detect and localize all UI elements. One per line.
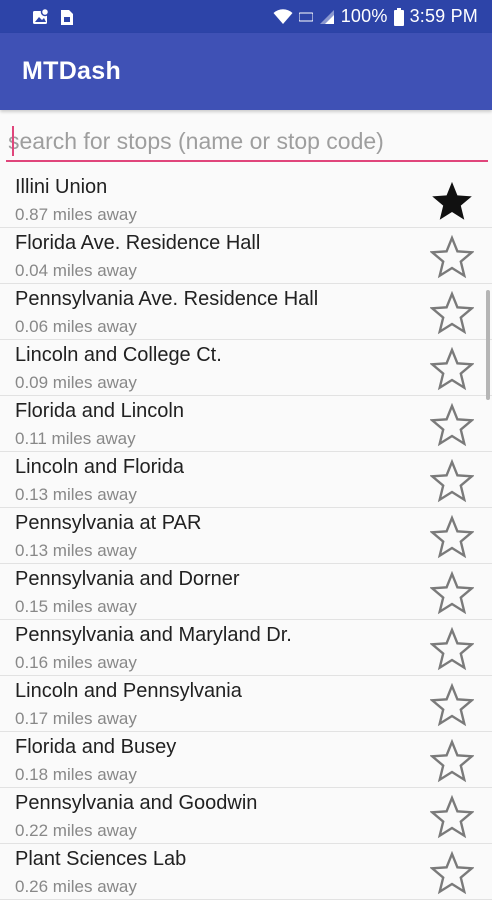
stop-distance: 0.16 miles away [15, 653, 137, 672]
star-outline-icon[interactable] [429, 346, 475, 392]
stop-row[interactable]: Lincoln and Pennsylvania 0.17 miles away [0, 676, 492, 732]
text-cursor [12, 126, 14, 156]
stop-distance: 0.13 miles away [15, 541, 137, 560]
stop-distance: 0.11 miles away [15, 429, 136, 448]
stop-name: Lincoln and Pennsylvania [15, 680, 242, 702]
app-bar: MTDash [0, 33, 492, 110]
stop-name: Pennsylvania and Dorner [15, 568, 240, 590]
stop-row[interactable]: Pennsylvania Ave. Residence Hall 0.06 mil… [0, 284, 492, 340]
star-outline-icon[interactable] [429, 234, 475, 280]
status-bar-left [32, 7, 74, 26]
star-outline-icon[interactable] [429, 626, 475, 672]
signal-icon [319, 9, 335, 25]
star-outline-icon[interactable] [429, 850, 475, 896]
stop-distance: 0.26 miles away [15, 877, 137, 896]
stop-name: Florida and Lincoln [15, 400, 184, 422]
search-field-container [6, 122, 488, 162]
search-input[interactable] [6, 122, 488, 160]
stop-row[interactable]: Pennsylvania and Dorner 0.15 miles away [0, 564, 492, 620]
stop-name: Lincoln and Florida [15, 456, 184, 478]
battery-icon [393, 7, 404, 26]
stop-name: Florida Ave. Residence Hall [15, 232, 261, 254]
stop-name: Pennsylvania and Maryland Dr. [15, 624, 292, 646]
battery-percent: 100% [340, 6, 388, 26]
stop-row[interactable]: Florida and Lincoln 0.11 miles away [0, 396, 492, 452]
stop-distance: 0.15 miles away [15, 597, 137, 616]
stop-name: Pennsylvania at PAR [15, 512, 202, 534]
stop-name: Pennsylvania Ave. Residence Hall [15, 288, 319, 310]
clock: 3:59 PM [409, 6, 478, 26]
star-outline-icon[interactable] [429, 402, 475, 448]
wifi-icon [273, 8, 293, 25]
star-outline-icon[interactable] [429, 682, 475, 728]
status-bar-right: 100% 3:59 PM [273, 6, 478, 27]
stop-name: Plant Sciences Lab [15, 848, 187, 870]
stop-distance: 0.22 miles away [15, 821, 137, 840]
star-outline-icon[interactable] [429, 290, 475, 336]
stop-row[interactable]: Lincoln and Florida 0.13 miles away [0, 452, 492, 508]
stop-row[interactable]: Plant Sciences Lab 0.26 miles away [0, 844, 492, 900]
scrollbar[interactable] [486, 290, 490, 400]
star-outline-icon[interactable] [429, 570, 475, 616]
stop-distance: 0.09 miles away [15, 373, 137, 392]
stop-distance: 0.13 miles away [15, 485, 137, 504]
stop-list: Illini Union 0.87 miles away Florida Ave. … [0, 172, 492, 900]
stop-row[interactable]: Florida Ave. Residence Hall 0.04 miles aw… [0, 228, 492, 284]
stop-row[interactable]: Pennsylvania and Goodwin 0.22 miles away [0, 788, 492, 844]
stop-distance: 0.18 miles away [15, 765, 137, 784]
status-bar: 100% 3:59 PM [0, 0, 492, 33]
stop-distance: 0.17 miles away [15, 709, 137, 728]
star-filled-icon[interactable] [429, 178, 475, 224]
stop-row[interactable]: Pennsylvania at PAR 0.13 miles away [0, 508, 492, 564]
gallery-notification-icon [32, 7, 50, 26]
stop-name: Illini Union [15, 176, 108, 198]
stop-row[interactable]: Florida and Busey 0.18 miles away [0, 732, 492, 788]
stop-distance: 0.87 miles away [15, 205, 137, 224]
stop-name: Lincoln and College Ct. [15, 344, 222, 366]
stop-row[interactable]: Pennsylvania and Maryland Dr. 0.16 miles … [0, 620, 492, 676]
hd-voice-icon [298, 11, 313, 23]
stop-distance: 0.04 miles away [15, 261, 137, 280]
app-title: MTDash [22, 57, 122, 85]
stop-distance: 0.06 miles away [15, 317, 137, 336]
stop-row[interactable]: Illini Union 0.87 miles away [0, 172, 492, 228]
stop-name: Pennsylvania and Goodwin [15, 792, 258, 814]
stop-name: Florida and Busey [15, 736, 177, 758]
sd-card-notification-icon [60, 8, 74, 26]
stop-row[interactable]: Lincoln and College Ct. 0.09 miles away [0, 340, 492, 396]
star-outline-icon[interactable] [429, 738, 475, 784]
star-outline-icon[interactable] [429, 458, 475, 504]
star-outline-icon[interactable] [429, 514, 475, 560]
star-outline-icon[interactable] [429, 794, 475, 840]
